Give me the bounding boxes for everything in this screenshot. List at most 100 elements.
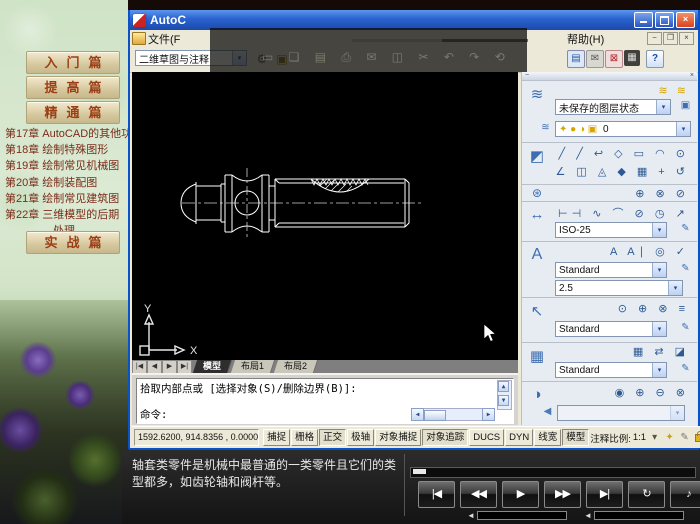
tab-nav-next[interactable]: ▶ (162, 360, 177, 373)
text-tools-row[interactable]: A A∣ ◎ ✓ (610, 245, 689, 258)
chapter-item[interactable]: 第20章 绘制装配图 (5, 175, 125, 191)
sidebar-button-beginner[interactable]: 入门篇 (26, 51, 120, 74)
chevron-down-icon[interactable]: ▾ (676, 122, 690, 136)
tab-nav-first[interactable]: |◀ (132, 360, 147, 373)
tab-model[interactable]: 模型 (193, 360, 232, 373)
repeat-button[interactable]: ↻ (628, 481, 665, 508)
rewind-button[interactable]: ◀◀ (460, 481, 497, 508)
sidebar-button-practice[interactable]: 实战篇 (26, 231, 120, 254)
view-combo[interactable]: ▾ (557, 405, 685, 421)
toggle-model[interactable]: 模型 (562, 429, 589, 446)
balance-slider[interactable]: ◄ (584, 511, 684, 519)
title-bar[interactable]: AutoC × (130, 10, 698, 30)
chevron-down-icon[interactable]: ▾ (670, 406, 684, 420)
text-style-edit-icon[interactable]: ✎ (678, 262, 693, 276)
text-height-combo[interactable]: 2.5 ▾ (555, 280, 683, 296)
minimize-button[interactable] (634, 12, 653, 28)
table-tools-row[interactable]: ▦ ⇄ ◪ (633, 345, 689, 358)
doc-restore-button[interactable]: ❐ (663, 32, 678, 45)
chevron-down-icon[interactable]: ▾ (652, 223, 666, 237)
table-style-combo[interactable]: Standard ▾ (555, 362, 667, 378)
command-vscrollbar[interactable]: ▲ ▼ (497, 380, 512, 410)
skip-end-button[interactable]: ▶| (586, 481, 623, 508)
chevron-down-icon[interactable]: ▾ (668, 281, 682, 295)
restore-button[interactable] (655, 12, 674, 28)
chapter-item[interactable]: 第19章 绘制常见机械图 (5, 158, 125, 174)
leader-style-edit-icon[interactable]: ✎ (678, 321, 693, 335)
fast-forward-button[interactable]: ▶▶ (544, 481, 581, 508)
layer-tools-icons[interactable]: ≋ ≋ (659, 84, 690, 97)
draw-tools-row[interactable]: ╱ ╱ ↩ ◇ ▭ ◠ ⊙ (559, 147, 689, 160)
tab-layout1[interactable]: 布局1 (231, 360, 275, 373)
chevron-down-icon[interactable]: ▾ (652, 263, 666, 277)
layer-properties-icon[interactable]: ≋ (538, 121, 553, 135)
progress-thumb[interactable] (413, 469, 426, 474)
sidebar-button-improve[interactable]: 提高篇 (26, 76, 120, 99)
dim-style-edit-icon[interactable]: ✎ (678, 222, 693, 236)
scroll-up-icon[interactable]: ▲ (498, 381, 509, 392)
back-arrow-icon[interactable]: ◀ (540, 405, 555, 419)
command-hscrollbar[interactable]: ◀ ▶ (411, 408, 495, 421)
chevron-down-icon[interactable]: ▾ (652, 363, 666, 377)
menu-help[interactable]: 帮助(H) (567, 31, 604, 47)
audio-button[interactable]: ♪ (670, 481, 700, 508)
hscroll-thumb[interactable] (424, 410, 446, 421)
leader-tools-row[interactable]: ⊙ ⊕ ⊗ ≡ (618, 302, 689, 315)
toggle-polar[interactable]: 极轴 (347, 429, 374, 446)
play-button[interactable]: ▶ (502, 481, 539, 508)
skip-start-button[interactable]: |◀ (418, 481, 455, 508)
layer-states-manager-icon[interactable]: ▣ (678, 99, 693, 113)
scroll-down-icon[interactable]: ▼ (498, 395, 509, 406)
calculator-icon[interactable]: ▦ (624, 50, 640, 66)
tab-nav-last[interactable]: ▶| (177, 360, 192, 373)
menu-browser-icon[interactable] (132, 32, 146, 45)
text-style-combo[interactable]: Standard ▾ (555, 262, 667, 278)
tools-row[interactable]: ⊕ ⊗ ⊘ (635, 187, 689, 200)
collapse-icon[interactable]: − (525, 72, 529, 80)
sheetset-manager-icon[interactable]: ▤ (567, 50, 585, 68)
layers-icon[interactable]: ≋ (526, 85, 548, 103)
chapter-item[interactable]: 第17章 AutoCAD的其他功能 (5, 126, 125, 142)
doc-minimize-button[interactable]: − (647, 32, 662, 45)
lock-icon[interactable] (695, 434, 700, 442)
menu-file[interactable]: 文件(F (148, 31, 180, 47)
drawing-canvas[interactable]: Y X (132, 72, 518, 360)
dim-style-combo[interactable]: ISO-25 ▾ (555, 222, 667, 238)
dashboard-grip[interactable]: − × (522, 72, 697, 80)
table-style-edit-icon[interactable]: ✎ (678, 362, 693, 376)
dimension-tools-row[interactable]: ⊢⊣ ∿ ⌒ ⊘ ◷ ↗ (558, 205, 689, 221)
sidebar-button-master[interactable]: 精通篇 (26, 101, 120, 124)
volume-slider[interactable]: ◄ (467, 511, 567, 519)
navigation-tools-row[interactable]: ◉ ⊕ ⊖ ⊗ (615, 386, 689, 399)
layer-state-combo[interactable]: 未保存的图层状态 ▾ (555, 99, 671, 115)
toggle-ortho[interactable]: 正交 (319, 429, 346, 446)
toggle-lwt[interactable]: 线宽 (534, 429, 561, 446)
command-text-area[interactable]: 拾取内部点或 [选择对象(S)/删除边界(B)]: 命令: ▲ ▼ ◀ ▶ (136, 378, 514, 424)
help-icon[interactable]: ? (646, 50, 664, 68)
chevron-down-icon[interactable]: ▾ (656, 100, 670, 114)
toggle-osnap[interactable]: 对象捕捉 (375, 429, 421, 446)
scroll-left-icon[interactable]: ◀ (411, 408, 424, 421)
toggle-dyn[interactable]: DYN (505, 429, 533, 446)
modify-tools-row[interactable]: ∠ ◫ ◬ ◆ ▦ + ↺ (555, 165, 689, 178)
markup-set-icon[interactable]: ✉ (586, 50, 604, 68)
close-button[interactable]: × (676, 12, 695, 28)
video-progress-bar[interactable] (410, 467, 696, 478)
chapter-item[interactable]: 第18章 绘制特殊图形 (5, 142, 125, 158)
chevron-down-icon[interactable]: ▾ (652, 322, 666, 336)
toggle-grid[interactable]: 栅格 (291, 429, 318, 446)
chevron-down-icon[interactable]: ▾ (648, 432, 661, 443)
tab-nav-prev[interactable]: ◀ (147, 360, 162, 373)
toggle-snap[interactable]: 捕捉 (263, 429, 290, 446)
command-prompt-line[interactable]: 命令: (140, 407, 167, 422)
toggle-otrack[interactable]: 对象追踪 (422, 429, 468, 446)
chapter-item[interactable]: 第21章 绘制常见建筑图 (5, 191, 125, 207)
doc-close-button[interactable]: × (679, 32, 694, 45)
annotation-scale-value[interactable]: 1:1 (633, 432, 646, 443)
close-icon[interactable]: × (690, 72, 694, 80)
block-editor-icon[interactable]: ⊠ (605, 50, 623, 68)
leader-style-combo[interactable]: Standard ▾ (555, 321, 667, 337)
scroll-right-icon[interactable]: ▶ (482, 408, 495, 421)
annotation-visibility-icon[interactable]: ✦ (663, 432, 676, 443)
tab-layout2[interactable]: 布局2 (274, 360, 318, 373)
